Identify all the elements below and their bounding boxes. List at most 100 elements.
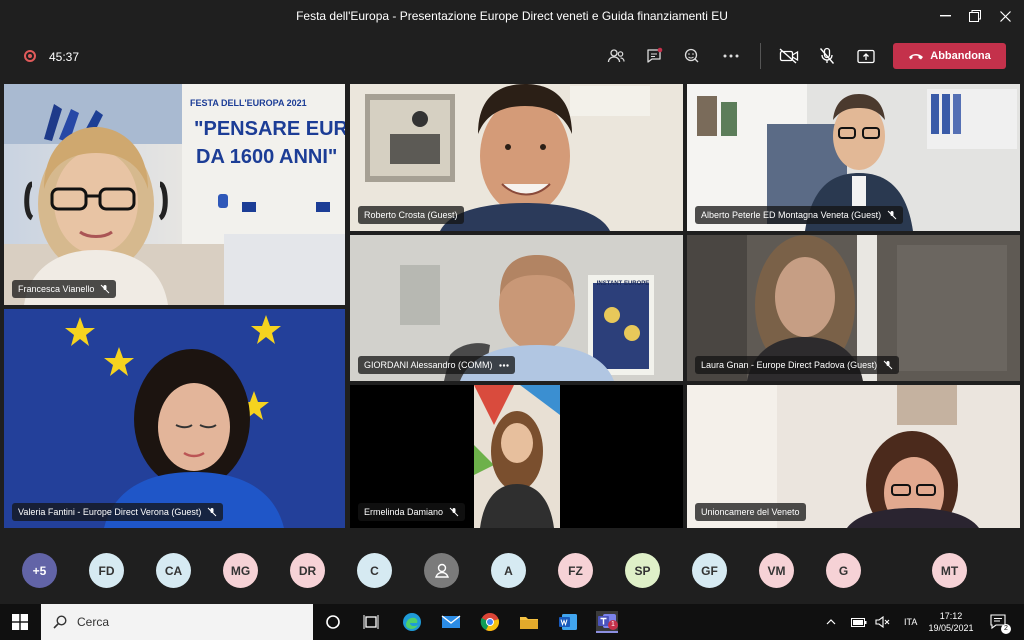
teams-taskbar-button[interactable]: 1 <box>596 611 618 633</box>
clock-time: 17:12 <box>939 611 963 621</box>
mic-off-icon <box>208 507 217 517</box>
recording-icon <box>24 50 36 62</box>
avatar[interactable]: MG <box>223 553 258 588</box>
avatar[interactable]: CA <box>156 553 191 588</box>
mic-off-icon <box>101 284 110 294</box>
teams-meeting-window: Festa dell'Europa - Presentazione Europe… <box>0 0 1024 640</box>
mic-toggle-button[interactable] <box>815 44 839 68</box>
notification-count-badge: 2 <box>1001 624 1011 634</box>
video-tile[interactable]: Laura Gnan - Europe Direct Padova (Guest… <box>687 235 1020 381</box>
more-options-icon[interactable] <box>498 363 509 367</box>
participant-name: GIORDANI Alessandro (COMM) <box>364 360 493 370</box>
more-actions-button[interactable] <box>719 44 743 68</box>
battery-indicator[interactable] <box>851 604 867 640</box>
video-tile[interactable]: FESTA DELL'EUROPA 2021 "PENSARE EUROPE D… <box>4 84 345 305</box>
avatar[interactable]: C <box>357 553 392 588</box>
participant-name: Laura Gnan - Europe Direct Padova (Guest… <box>701 360 878 370</box>
window-title: Festa dell'Europa - Presentazione Europe… <box>296 9 728 23</box>
cortana-circle-icon <box>326 615 340 629</box>
video-tile[interactable]: Ermelinda Damiano <box>350 385 683 528</box>
chat-button[interactable] <box>642 44 666 68</box>
share-screen-button[interactable] <box>854 44 878 68</box>
avatar[interactable] <box>424 553 459 588</box>
minimize-button[interactable] <box>934 6 956 26</box>
reactions-button[interactable] <box>680 44 704 68</box>
folder-icon <box>520 617 538 629</box>
title-bar: Festa dell'Europa - Presentazione Europe… <box>0 0 1024 31</box>
avatar[interactable]: SP <box>625 553 660 588</box>
camera-toggle-button[interactable] <box>777 44 801 68</box>
task-view-button[interactable] <box>360 611 382 633</box>
camera-off-icon <box>779 48 799 64</box>
taskbar-clock[interactable]: 17:12 19/05/2021 <box>926 610 976 634</box>
battery-icon <box>851 617 867 627</box>
banner-line-1: FESTA DELL'EUROPA 2021 <box>190 98 307 108</box>
windows-logo-icon <box>12 614 28 630</box>
participant-name: Alberto Peterle ED Montagna Veneta (Gues… <box>701 210 882 220</box>
avatar[interactable]: DR <box>290 553 325 588</box>
video-tile[interactable]: Unioncamere del Veneto <box>687 385 1020 528</box>
edge-icon <box>403 613 421 631</box>
file-explorer-taskbar-button[interactable] <box>518 611 540 633</box>
volume-muted-icon <box>875 616 890 628</box>
banner-line-2: "PENSARE EUROPE <box>194 118 345 140</box>
input-language[interactable]: ITA <box>904 604 917 640</box>
chevron-up-icon <box>826 619 836 625</box>
participant-strip: +5 FD CA MG DR C A FZ SP GF VM G MT <box>0 536 1024 604</box>
chrome-taskbar-button[interactable] <box>479 611 501 633</box>
video-stage: FESTA DELL'EUROPA 2021 "PENSARE EUROPE D… <box>0 81 1024 536</box>
chrome-icon <box>480 613 499 631</box>
toolbar-divider <box>760 43 761 69</box>
tile-scene <box>4 309 345 528</box>
meeting-toolbar: 45:37 Abbandona <box>0 31 1024 81</box>
clock-date: 19/05/2021 <box>928 623 974 633</box>
participant-name-tag: Valeria Fantini - Europe Direct Verona (… <box>12 503 224 521</box>
word-taskbar-button[interactable] <box>557 611 579 633</box>
video-tile[interactable]: Roberto Crosta (Guest) <box>350 84 683 231</box>
edge-taskbar-button[interactable] <box>401 611 423 633</box>
video-tile[interactable]: Valeria Fantini - Europe Direct Verona (… <box>4 309 345 528</box>
search-icon <box>53 615 67 629</box>
hang-up-icon <box>909 54 924 60</box>
mail-taskbar-button[interactable] <box>440 611 462 633</box>
banner-line-3: DA 1600 ANNI" <box>196 146 338 168</box>
close-icon <box>999 10 1011 22</box>
people-icon <box>607 49 625 63</box>
restore-icon <box>969 10 981 22</box>
leave-button-label: Abbandona <box>930 50 991 62</box>
cortana-button[interactable] <box>322 611 344 633</box>
video-tile[interactable]: INSTANT EUROPE GIORDANI Alessandro (COMM… <box>350 235 683 381</box>
search-placeholder: Cerca <box>77 615 110 629</box>
video-tile[interactable]: Alberto Peterle ED Montagna Veneta (Gues… <box>687 84 1020 231</box>
avatar[interactable]: FZ <box>558 553 593 588</box>
volume-indicator[interactable] <box>875 604 891 640</box>
taskbar-search-box[interactable]: Cerca <box>41 604 313 640</box>
share-icon <box>857 49 875 63</box>
participant-name: Valeria Fantini - Europe Direct Verona (… <box>18 507 202 517</box>
avatar[interactable]: G <box>826 553 861 588</box>
more-icon <box>723 54 739 58</box>
maximize-button[interactable] <box>964 6 986 26</box>
start-button[interactable] <box>9 611 31 633</box>
participant-name-tag: Alberto Peterle ED Montagna Veneta (Gues… <box>695 206 904 224</box>
participant-name: Roberto Crosta (Guest) <box>364 210 458 220</box>
more-participants-avatar[interactable]: +5 <box>22 553 57 588</box>
avatar[interactable]: A <box>491 553 526 588</box>
participant-name-tag: GIORDANI Alessandro (COMM) <box>358 356 515 374</box>
leave-button[interactable]: Abbandona <box>893 43 1006 69</box>
avatar[interactable]: MT <box>932 553 967 588</box>
action-center-button[interactable]: 2 <box>990 604 1011 640</box>
participant-name: Unioncamere del Veneto <box>701 507 800 517</box>
avatar[interactable]: VM <box>759 553 794 588</box>
show-hidden-icons-button[interactable] <box>826 604 836 640</box>
mic-off-icon <box>883 360 893 370</box>
reaction-hand-icon <box>684 48 699 63</box>
default-person-icon <box>434 563 449 578</box>
participants-button[interactable] <box>604 44 628 68</box>
participant-name-tag: Laura Gnan - Europe Direct Padova (Guest… <box>695 356 900 374</box>
close-button[interactable] <box>994 6 1016 26</box>
avatar[interactable]: GF <box>692 553 727 588</box>
participant-name-tag: Unioncamere del Veneto <box>695 503 806 521</box>
participant-name-tag: Ermelinda Damiano <box>358 503 466 521</box>
avatar[interactable]: FD <box>89 553 124 588</box>
